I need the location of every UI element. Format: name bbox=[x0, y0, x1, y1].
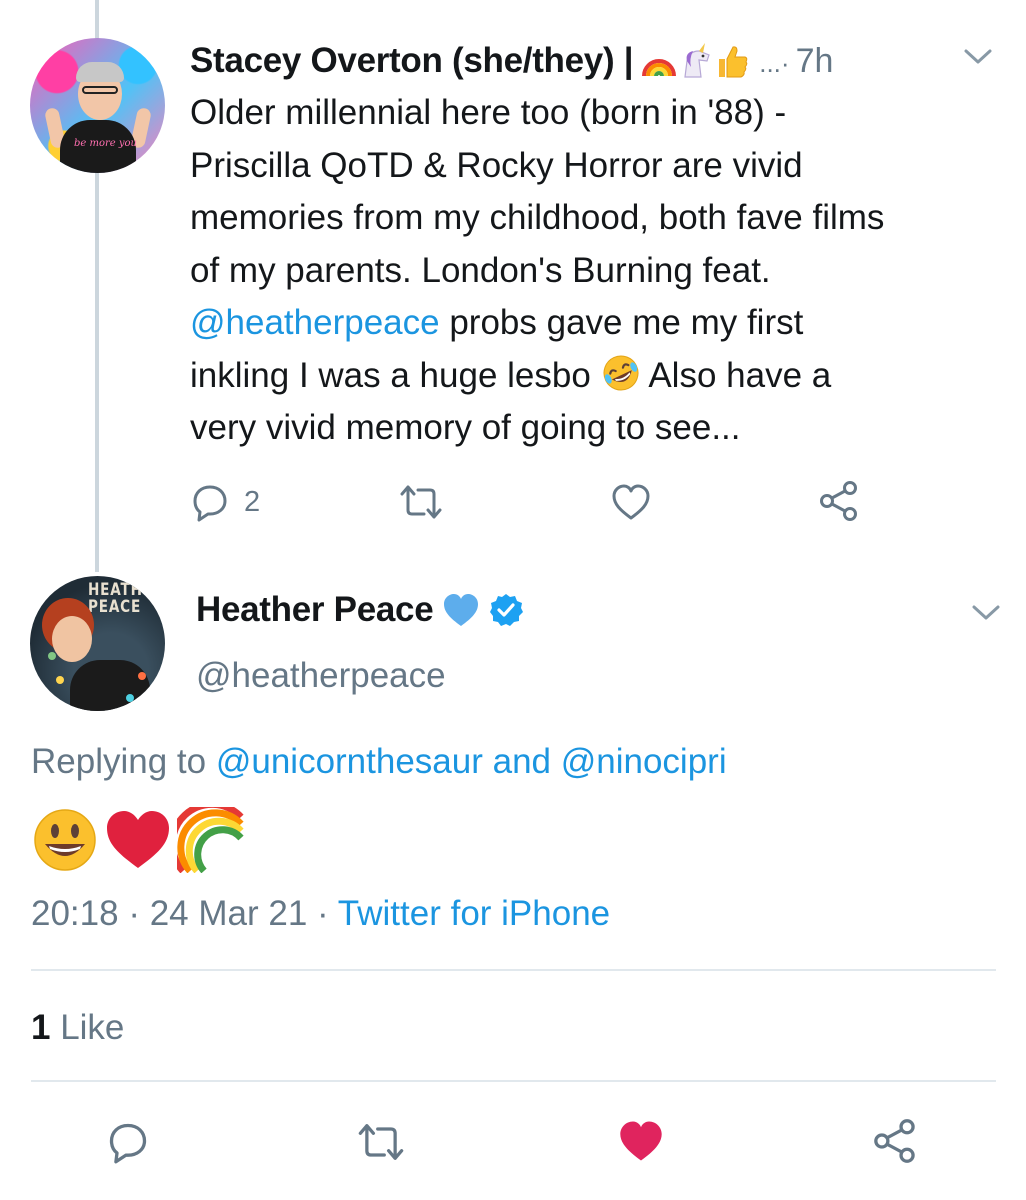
heart-outline-icon bbox=[612, 484, 650, 520]
like-button[interactable] bbox=[610, 482, 652, 522]
rainbow-emoji bbox=[642, 59, 677, 77]
retweet-button[interactable] bbox=[356, 1120, 406, 1164]
reply-icon bbox=[193, 485, 227, 522]
tweet-line: Older millennial here too (born in '88) … bbox=[190, 93, 787, 132]
share-button[interactable] bbox=[872, 1118, 918, 1164]
like-label: Like bbox=[50, 1008, 125, 1047]
replying-to-users[interactable]: @unicornthesaur and @ninocipri bbox=[216, 742, 727, 781]
share-icon bbox=[874, 1119, 915, 1163]
reply-icon bbox=[109, 1123, 147, 1164]
tweet-date: 24 Mar 21 bbox=[149, 894, 308, 933]
unicorn-emoji bbox=[684, 43, 710, 78]
divider bbox=[31, 969, 996, 971]
author-name[interactable]: Stacey Overton (she/they) | bbox=[190, 41, 634, 81]
verified-badge-icon bbox=[490, 594, 524, 626]
tweet-text: Older millennial here too (born in '88) … bbox=[190, 87, 1010, 455]
avatar-shirt-text: be more you bbox=[74, 138, 137, 149]
divider bbox=[31, 1080, 996, 1082]
name-emojis bbox=[641, 43, 749, 79]
reply-button[interactable]: 2 bbox=[190, 482, 260, 522]
tweet-line: very vivid memory of going to see... bbox=[190, 408, 741, 447]
rainbow-emoji bbox=[177, 807, 244, 873]
heart-filled-icon bbox=[620, 1121, 662, 1161]
chevron-down-icon[interactable] bbox=[960, 44, 996, 68]
retweet-button[interactable] bbox=[398, 482, 444, 522]
thumbs-up-emoji bbox=[719, 46, 748, 78]
blue-heart-emoji bbox=[444, 594, 479, 626]
main-author-handle[interactable]: @heatherpeace bbox=[196, 656, 446, 696]
name-truncation: ...· bbox=[759, 47, 790, 78]
share-icon bbox=[820, 481, 857, 521]
main-author-row: Heather Peace bbox=[196, 590, 524, 630]
chevron-down-icon[interactable] bbox=[968, 600, 1004, 624]
avatar-stacey[interactable]: be more you bbox=[30, 38, 165, 173]
tweet-timestamp: 20:18 bbox=[31, 894, 119, 933]
retweet-icon bbox=[400, 485, 442, 519]
reply-button[interactable] bbox=[106, 1120, 150, 1164]
tweet-line: memories from my childhood, both fave fi… bbox=[190, 198, 885, 237]
tweet-line: of my parents. London's Burning feat. bbox=[190, 250, 771, 290]
main-tweet-actions bbox=[0, 1116, 1026, 1166]
tweet-line: inkling I was a huge lesbo bbox=[190, 355, 601, 395]
tweet-source-link[interactable]: Twitter for iPhone bbox=[338, 894, 610, 933]
replying-to: Replying to @unicornthesaur and @ninocip… bbox=[31, 742, 727, 782]
mention-link[interactable]: @heatherpeace bbox=[190, 303, 440, 342]
red-heart-emoji bbox=[107, 811, 169, 868]
tweet-header: Stacey Overton (she/they) | ...· 7h bbox=[190, 36, 833, 86]
meta-separator: · bbox=[128, 894, 140, 933]
main-author-name[interactable]: Heather Peace bbox=[196, 590, 434, 630]
meta-separator: · bbox=[317, 894, 329, 933]
like-button-active[interactable] bbox=[616, 1118, 666, 1164]
replying-prefix: Replying to bbox=[31, 742, 216, 781]
tweet-text-emojis bbox=[31, 806, 247, 874]
avatar-heather[interactable]: HEATHER PEACE bbox=[30, 576, 165, 711]
tweet-line: Also have a bbox=[640, 355, 832, 395]
tweet-line: Priscilla QoTD & Rocky Horror are vivid bbox=[190, 145, 803, 185]
tweet-line: probs gave me my first bbox=[439, 303, 804, 342]
like-stats[interactable]: 1 Like bbox=[31, 1008, 124, 1048]
rolling-laughing-emoji bbox=[603, 355, 639, 390]
tweet-time[interactable]: 7h bbox=[796, 42, 834, 81]
like-count: 1 bbox=[31, 1008, 51, 1047]
tweet-meta: 20:18 · 24 Mar 21 · Twitter for iPhone bbox=[31, 894, 610, 934]
share-button[interactable] bbox=[818, 480, 860, 522]
retweet-icon bbox=[358, 1124, 404, 1160]
smiley-emoji bbox=[34, 809, 96, 871]
avatar-poster-text: HEATHER PEACE bbox=[88, 580, 165, 617]
tweet-actions: 2 bbox=[0, 478, 1026, 524]
reply-count: 2 bbox=[244, 485, 261, 518]
